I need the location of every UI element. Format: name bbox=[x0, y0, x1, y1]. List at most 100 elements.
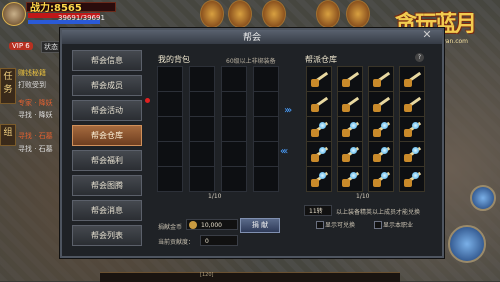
current-contribution-value: 0 bbox=[200, 235, 238, 246]
warehouse-item-slot[interactable] bbox=[399, 166, 425, 192]
warehouse-item-slot[interactable] bbox=[306, 166, 332, 192]
weapon-hilt-icon bbox=[342, 179, 350, 187]
weapon-hilt-icon bbox=[342, 79, 350, 87]
warehouse-item-slot[interactable] bbox=[337, 91, 363, 117]
warehouse-item-slot[interactable] bbox=[306, 141, 332, 167]
menu-guild-welfare[interactable]: 帮会福利 bbox=[72, 150, 142, 171]
backpack-slot[interactable] bbox=[253, 166, 279, 192]
backpack-slot[interactable] bbox=[221, 66, 247, 92]
status-tab[interactable]: 状态 bbox=[41, 41, 61, 53]
warehouse-item-slot[interactable] bbox=[368, 91, 394, 117]
gift-icon[interactable] bbox=[316, 0, 340, 28]
backpack-slot[interactable] bbox=[253, 116, 279, 142]
gold-coin-icon bbox=[189, 221, 197, 229]
tab-team-label: 组 bbox=[3, 128, 13, 138]
backpack-slot[interactable] bbox=[157, 66, 183, 92]
warehouse-item-slot[interactable] bbox=[306, 116, 332, 142]
warehouse-item-slot[interactable] bbox=[337, 166, 363, 192]
weapon-hilt-icon bbox=[373, 129, 381, 137]
weapon-hilt-icon bbox=[404, 129, 412, 137]
combat-power: 战力:8565 bbox=[30, 3, 82, 14]
warehouse-item-slot[interactable] bbox=[306, 66, 332, 92]
gem-icon bbox=[350, 122, 357, 129]
event-icon[interactable] bbox=[262, 0, 286, 28]
backpack-slot[interactable] bbox=[157, 166, 183, 192]
gem-icon bbox=[350, 147, 357, 154]
weapon-hilt-icon bbox=[404, 154, 412, 162]
donate-button[interactable]: 捐 献 bbox=[240, 218, 280, 233]
backpack-slot[interactable] bbox=[221, 166, 247, 192]
menu-guild-warehouse[interactable]: 帮会仓库 bbox=[72, 125, 142, 146]
skill-button[interactable] bbox=[470, 185, 496, 211]
menu-guild-totem[interactable]: 帮会图腾 bbox=[72, 175, 142, 196]
backpack-hint: 60级以上非绑装备 bbox=[226, 58, 276, 65]
backpack-slot[interactable] bbox=[253, 141, 279, 167]
backpack-title: 我的背包 bbox=[158, 55, 190, 64]
weapon-hilt-icon bbox=[342, 104, 350, 112]
help-icon[interactable]: ? bbox=[415, 53, 424, 62]
backpack-slot[interactable] bbox=[189, 66, 215, 92]
backpack-slot[interactable] bbox=[189, 166, 215, 192]
menu-guild-activity[interactable]: 帮会活动 bbox=[72, 100, 142, 121]
tab-quests[interactable]: 任务 bbox=[0, 68, 16, 104]
warehouse-item-slot[interactable] bbox=[368, 141, 394, 167]
quest-item[interactable]: 寻找 · 石墓 bbox=[18, 144, 53, 154]
show-class-checkbox[interactable] bbox=[374, 221, 382, 229]
show-exchangeable-label: 显示可兑换 bbox=[325, 222, 356, 229]
skill-button[interactable] bbox=[448, 225, 486, 263]
notification-dot bbox=[145, 98, 150, 103]
weapon-hilt-icon bbox=[373, 79, 381, 87]
quest-item[interactable]: 赚钱秘籍 bbox=[18, 68, 46, 78]
backpack-slot[interactable] bbox=[189, 91, 215, 117]
weapon-hilt-icon bbox=[342, 129, 350, 137]
warehouse-item-slot[interactable] bbox=[399, 91, 425, 117]
gem-icon bbox=[412, 122, 419, 129]
quest-item[interactable]: 寻找 · 石墓 bbox=[18, 131, 53, 141]
close-button[interactable]: ✕ bbox=[420, 28, 434, 42]
menu-guild-messages[interactable]: 帮会消息 bbox=[72, 200, 142, 221]
warehouse-item-slot[interactable] bbox=[337, 141, 363, 167]
warehouse-item-slot[interactable] bbox=[368, 66, 394, 92]
warehouse-item-slot[interactable] bbox=[306, 91, 332, 117]
player-avatar[interactable] bbox=[2, 2, 26, 26]
gem-icon bbox=[381, 172, 388, 179]
menu-guild-members[interactable]: 帮会成员 bbox=[72, 75, 142, 96]
current-contribution-label: 当前贡献度： bbox=[158, 239, 195, 246]
treasure-icon[interactable] bbox=[200, 0, 224, 28]
warehouse-item-slot[interactable] bbox=[368, 116, 394, 142]
backpack-slot[interactable] bbox=[157, 116, 183, 142]
warehouse-item-slot[interactable] bbox=[337, 66, 363, 92]
warehouse-item-slot[interactable] bbox=[399, 116, 425, 142]
backpack-slot[interactable] bbox=[221, 91, 247, 117]
backpack-slot[interactable] bbox=[157, 91, 183, 117]
quest-item[interactable]: 寻找 · 降妖 bbox=[18, 110, 53, 120]
reincarnation-filter[interactable]: 11转 bbox=[304, 205, 332, 216]
quest-item[interactable]: 打败受到 bbox=[18, 80, 46, 90]
backpack-slot[interactable] bbox=[253, 66, 279, 92]
gem-icon bbox=[412, 147, 419, 154]
warehouse-item-slot[interactable] bbox=[368, 166, 394, 192]
vip-badge[interactable]: VIP 6 bbox=[9, 42, 33, 50]
warehouse-item-slot[interactable] bbox=[337, 116, 363, 142]
menu-guild-info[interactable]: 帮会信息 bbox=[72, 50, 142, 71]
show-exchangeable-checkbox[interactable] bbox=[316, 221, 324, 229]
backpack-slot[interactable] bbox=[157, 141, 183, 167]
warehouse-item-slot[interactable] bbox=[399, 141, 425, 167]
backpack-slot[interactable] bbox=[189, 141, 215, 167]
transfer-left-arrow-icon[interactable]: «« bbox=[280, 146, 289, 157]
weapon-hilt-icon bbox=[373, 179, 381, 187]
warehouse-item-slot[interactable] bbox=[399, 66, 425, 92]
backpack-slot[interactable] bbox=[253, 91, 279, 117]
tab-team[interactable]: 组 bbox=[0, 124, 16, 146]
transfer-right-arrow-icon[interactable]: »» bbox=[284, 105, 293, 116]
weapon-hilt-icon bbox=[373, 154, 381, 162]
backpack-slot[interactable] bbox=[221, 141, 247, 167]
backpack-slot[interactable] bbox=[221, 116, 247, 142]
backpack-slot[interactable] bbox=[189, 116, 215, 142]
menu-guild-list[interactable]: 帮会列表 bbox=[72, 225, 142, 246]
chest-icon[interactable] bbox=[228, 0, 252, 28]
shop-icon[interactable] bbox=[346, 0, 370, 28]
show-class-label: 显示本职业 bbox=[383, 222, 414, 229]
quest-item[interactable]: 专家 · 降妖 bbox=[18, 98, 53, 108]
weapon-hilt-icon bbox=[404, 104, 412, 112]
